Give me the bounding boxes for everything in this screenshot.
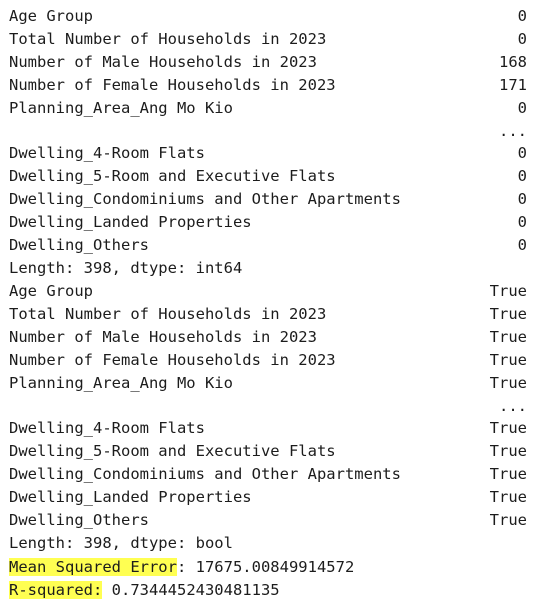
row-value: True xyxy=(489,327,527,346)
series-row: Number of Male Households in 2023 True xyxy=(9,326,527,348)
row-label: Dwelling_5-Room and Executive Flats xyxy=(9,442,336,461)
series-row: Total Number of Households in 2023 True xyxy=(9,303,527,325)
series-row: Dwelling_Others 0 xyxy=(9,234,527,256)
series-row: Dwelling_5-Room and Executive Flats 0 xyxy=(9,165,527,187)
series-row: Dwelling_Others True xyxy=(9,509,527,531)
row-label: Dwelling_4-Room Flats xyxy=(9,419,205,438)
row-label: Dwelling_Others xyxy=(9,511,149,529)
r2-line: R-squared: 0.7344452430481135 xyxy=(9,579,280,601)
row-value: 0 xyxy=(517,190,527,209)
row-value: True xyxy=(489,282,527,300)
row-label: Dwelling_5-Room and Executive Flats xyxy=(9,167,336,186)
row-value: 0 xyxy=(517,167,527,186)
row-label: Planning_Area_Ang Mo Kio xyxy=(9,373,233,392)
row-value: True xyxy=(489,442,527,461)
row-label: Dwelling_Condominiums and Other Apartmen… xyxy=(9,190,401,209)
row-value: True xyxy=(489,465,527,484)
series-row: Number of Female Households in 2023 171 xyxy=(9,74,527,96)
row-label: Dwelling_Landed Properties xyxy=(9,488,252,507)
row-value: 0 xyxy=(517,236,527,254)
row-value: True xyxy=(489,511,527,529)
row-label: Dwelling_4-Room Flats xyxy=(9,144,205,163)
row-value: ... xyxy=(499,121,527,140)
series-row: Dwelling_Landed Properties True xyxy=(9,486,527,508)
series-row: Age Group True xyxy=(9,280,527,302)
row-label: Total Number of Households in 2023 xyxy=(9,304,327,323)
series-row: Total Number of Households in 2023 0 xyxy=(9,28,527,50)
row-value: 0 xyxy=(517,144,527,163)
row-value: True xyxy=(489,419,527,438)
row-value: True xyxy=(489,304,527,323)
mse-label: Mean Squared Error xyxy=(9,558,177,576)
row-label: Number of Male Households in 2023 xyxy=(9,327,317,346)
series-footer: Length: 398, dtype: bool xyxy=(9,533,233,552)
series-row: Age Group 0 xyxy=(9,5,527,27)
row-value: True xyxy=(489,488,527,507)
series-row: Dwelling_4-Room Flats True xyxy=(9,417,527,439)
row-label: Dwelling_Condominiums and Other Apartmen… xyxy=(9,465,401,484)
row-value: True xyxy=(489,373,527,392)
notebook-output: Age Group 0 Total Number of Households in … xyxy=(0,0,552,607)
row-value: 171 xyxy=(499,75,527,94)
row-value: 0 xyxy=(517,98,527,117)
ellipsis-row: ... xyxy=(9,120,527,142)
row-value: 0 xyxy=(517,7,527,25)
row-label: Total Number of Households in 2023 xyxy=(9,29,327,48)
row-value: 168 xyxy=(499,52,527,71)
row-value: ... xyxy=(499,396,527,415)
row-label: Planning_Area_Ang Mo Kio xyxy=(9,98,233,117)
row-label: Dwelling_Others xyxy=(9,236,149,254)
r2-label: R-squared: xyxy=(9,581,103,599)
row-label: Number of Female Households in 2023 xyxy=(9,350,336,369)
row-label: Number of Female Households in 2023 xyxy=(9,75,336,94)
row-value: True xyxy=(489,350,527,369)
ellipsis-row: ... xyxy=(9,395,527,417)
series-footer: Length: 398, dtype: int64 xyxy=(9,258,243,277)
series-row: Dwelling_Condominiums and Other Apartmen… xyxy=(9,188,527,210)
row-label: Age Group xyxy=(9,7,93,25)
series-row: Number of Male Households in 2023 168 xyxy=(9,51,527,73)
row-label: Dwelling_Landed Properties xyxy=(9,213,252,232)
series-row: Dwelling_Landed Properties 0 xyxy=(9,211,527,233)
row-label: Age Group xyxy=(9,282,93,300)
series-row: Planning_Area_Ang Mo Kio 0 xyxy=(9,97,527,119)
row-value: 0 xyxy=(517,29,527,48)
series-row: Dwelling_Condominiums and Other Apartmen… xyxy=(9,463,527,485)
row-value: 0 xyxy=(517,213,527,232)
mse-value: : 17675.00849914572 xyxy=(176,558,355,576)
mse-line: Mean Squared Error: 17675.00849914572 xyxy=(9,556,354,578)
r2-value: 0.7344452430481135 xyxy=(102,581,280,599)
series-row: Dwelling_5-Room and Executive Flats True xyxy=(9,440,527,462)
series-row: Planning_Area_Ang Mo Kio True xyxy=(9,372,527,394)
series-row: Number of Female Households in 2023 True xyxy=(9,349,527,371)
row-label: Number of Male Households in 2023 xyxy=(9,52,317,71)
series-row: Dwelling_4-Room Flats 0 xyxy=(9,142,527,164)
